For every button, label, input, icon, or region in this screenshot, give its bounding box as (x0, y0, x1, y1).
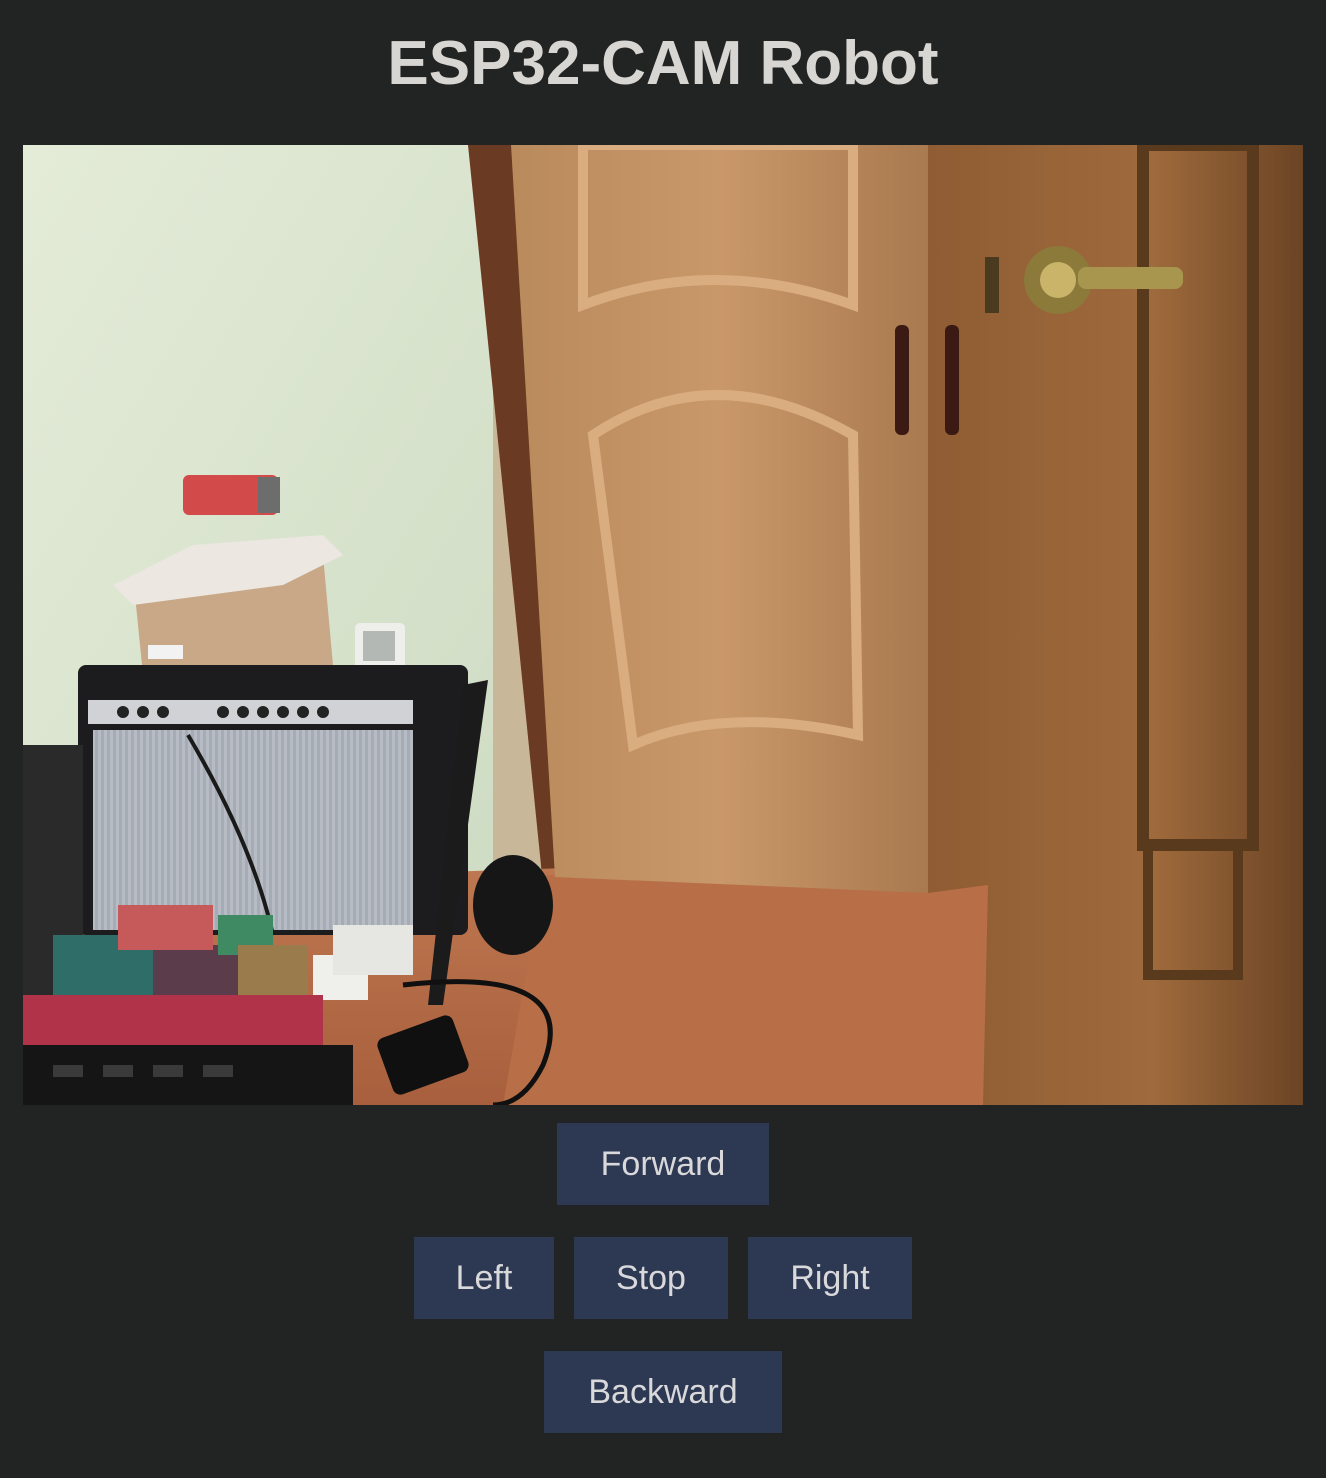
camera-stream-image (23, 145, 1303, 1105)
camera-frame (23, 145, 1303, 1105)
page-title: ESP32-CAM Robot (387, 29, 939, 98)
left-button[interactable]: Left (414, 1237, 554, 1319)
forward-button[interactable]: Forward (557, 1123, 769, 1205)
right-button[interactable]: Right (748, 1237, 912, 1319)
backward-button[interactable]: Backward (544, 1351, 782, 1433)
stop-button[interactable]: Stop (574, 1237, 728, 1319)
